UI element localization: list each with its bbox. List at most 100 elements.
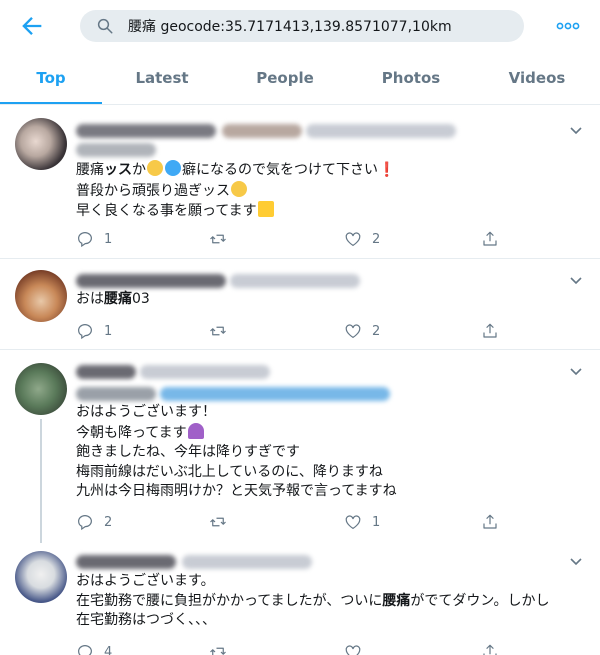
search-box[interactable] — [80, 10, 524, 42]
tweet-line: 九州は今日梅雨明けか？と天気予報で言ってますね — [76, 483, 397, 499]
share-icon — [483, 644, 497, 655]
avatar[interactable] — [15, 270, 67, 322]
like-count: 1 — [372, 514, 381, 530]
retweet-button[interactable] — [209, 641, 227, 655]
chevron-down-icon[interactable] — [568, 122, 584, 138]
tweet[interactable]: おはようございます。 在宅勤務で腰に負担がかかってましたが、ついに腰痛がでてダウ… — [0, 545, 600, 655]
blurred-handle — [182, 555, 312, 569]
chevron-down-icon[interactable] — [568, 553, 584, 569]
blurred-reply-to — [76, 387, 156, 401]
retweet-icon — [210, 647, 226, 655]
heart-icon — [345, 324, 361, 339]
reply-count: 1 — [104, 231, 113, 247]
back-button[interactable] — [18, 12, 46, 40]
tweet[interactable]: 腰痛ッスか 癖になるので気をつけて下さい❗ 普段から頑張り過ぎッス 早く良くなる事… — [0, 106, 600, 259]
search-tabs: Top Latest People Photos Videos — [0, 52, 600, 105]
avatar[interactable] — [15, 363, 67, 415]
like-count: 2 — [372, 323, 381, 339]
share-icon — [483, 514, 497, 529]
reply-button[interactable]: 2 — [76, 511, 112, 533]
blurred-reply-to-handles — [160, 387, 390, 401]
tweet-actions: 1 2 — [76, 320, 506, 342]
tab-photos[interactable]: Photos — [348, 52, 474, 105]
sweat-droplets-emoji-icon — [165, 160, 181, 176]
heart-icon — [345, 645, 361, 655]
reply-icon — [78, 232, 92, 248]
chevron-down-icon[interactable] — [568, 272, 584, 288]
retweet-icon — [210, 234, 226, 244]
like-button[interactable]: 2 — [344, 228, 380, 250]
active-tab-indicator — [0, 102, 102, 104]
blurred-display-name — [76, 555, 176, 569]
tab-people[interactable]: People — [222, 52, 348, 105]
reply-count: 4 — [104, 644, 113, 655]
chevron-down-icon[interactable] — [568, 363, 584, 379]
tweet-line: 在宅勤務はつづく、、、 — [76, 612, 216, 628]
tweet-line: 普段から頑張り過ぎッス — [76, 180, 591, 202]
tweet-line: 腰痛ッスか 癖になるので気をつけて下さい❗ — [76, 160, 396, 178]
scared-face-emoji-icon — [147, 160, 163, 176]
tab-top[interactable]: Top — [0, 52, 102, 105]
reply-count: 2 — [104, 514, 113, 530]
reply-icon — [78, 515, 92, 531]
arrow-left-icon — [22, 17, 42, 35]
more-dots-icon — [556, 22, 580, 30]
blurred-handle — [140, 365, 270, 379]
blurred-display-name — [76, 124, 216, 138]
like-button[interactable] — [344, 641, 362, 655]
heart-icon — [345, 232, 361, 247]
search-header — [0, 0, 600, 52]
tweet-line: 梅雨前線はだいぶ北上しているのに、降りますね — [76, 463, 383, 480]
share-button[interactable] — [481, 511, 499, 533]
tweet-line: 飽きましたね、今年は降りすぎです — [76, 444, 300, 460]
avatar[interactable] — [15, 551, 67, 603]
heart-icon — [345, 515, 361, 530]
like-count: 2 — [372, 231, 381, 247]
like-button[interactable]: 1 — [344, 511, 380, 533]
share-button[interactable] — [481, 641, 499, 655]
umbrella-rain-emoji-icon — [187, 422, 204, 439]
blurred-display-name — [222, 124, 302, 138]
tweet[interactable]: おは腰痛03 1 2 — [0, 260, 600, 350]
like-button[interactable]: 2 — [344, 320, 380, 342]
tweet-text: 腰痛ッスか 癖になるので気をつけて下さい❗ 普段から頑張り過ぎッス 早く良くなる事… — [76, 160, 591, 222]
blurred-handle — [306, 124, 456, 138]
search-icon — [97, 18, 113, 34]
blurred-handle — [76, 143, 156, 157]
tab-latest[interactable]: Latest — [102, 52, 222, 105]
tweet-line: おはようございます。 — [76, 573, 215, 589]
tweet-line: 早く良くなる事を願ってます — [76, 201, 591, 222]
blurred-handle — [230, 274, 360, 288]
sweat-smile-emoji-icon — [231, 180, 247, 197]
sparkles-emoji-icon — [257, 201, 274, 217]
tweet[interactable]: おはようございます！ 今朝も降ってます 飽きましたね、今年は降りすぎです 梅雨前… — [0, 351, 600, 545]
tweet-line: 今朝も降ってます — [76, 422, 591, 444]
tab-videos[interactable]: Videos — [474, 52, 600, 105]
tweet-actions: 4 — [76, 641, 506, 655]
reply-count: 1 — [104, 323, 113, 339]
share-icon — [483, 323, 497, 338]
tweet-line: おは腰痛03 — [76, 291, 150, 307]
avatar[interactable] — [15, 118, 67, 170]
tweet-line: 在宅勤務で腰に負担がかかってましたが、ついに腰痛がでてダウン。しかし — [76, 592, 550, 609]
reply-button[interactable]: 1 — [76, 228, 112, 250]
more-button[interactable] — [556, 16, 580, 36]
share-button[interactable] — [481, 228, 499, 250]
retweet-button[interactable] — [209, 228, 237, 250]
retweet-button[interactable] — [209, 511, 237, 533]
reply-icon — [78, 645, 92, 655]
reply-button[interactable]: 4 — [76, 641, 112, 655]
thread-connector-line — [40, 419, 42, 543]
reply-button[interactable]: 1 — [76, 320, 112, 342]
blurred-display-name — [76, 274, 226, 288]
reply-icon — [78, 324, 92, 340]
retweet-icon — [210, 517, 226, 527]
blurred-display-name — [76, 365, 136, 379]
tweet-actions: 2 1 — [76, 511, 506, 533]
tweet-text: おは腰痛03 — [76, 290, 591, 310]
tweet-text: おはようございます！ 今朝も降ってます 飽きましたね、今年は降りすぎです 梅雨前… — [76, 403, 591, 502]
share-button[interactable] — [481, 320, 499, 342]
tweet-line: おはようございます！ — [76, 404, 216, 420]
retweet-button[interactable] — [209, 320, 237, 342]
search-input[interactable] — [128, 10, 508, 42]
